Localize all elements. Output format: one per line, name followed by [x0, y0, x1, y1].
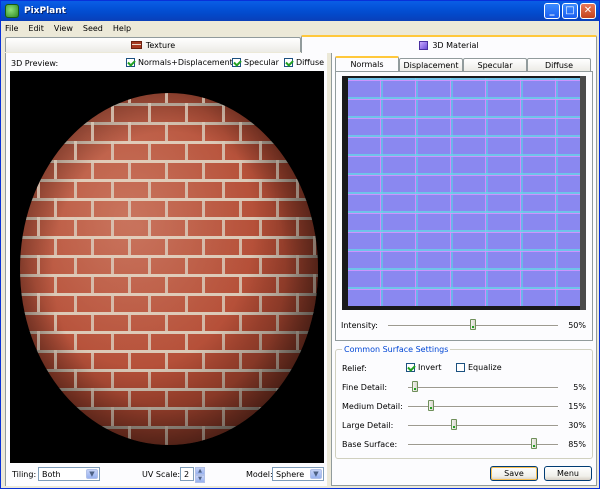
group-title: Common Surface Settings [342, 345, 451, 354]
app-window: PixPlant _ □ ✕ File Edit View Seed Help … [0, 0, 600, 489]
base-surface-thumb[interactable] [531, 438, 537, 449]
normals-displacement-label: Normals+Displacement [138, 58, 233, 67]
menu-button[interactable]: Menu [544, 466, 592, 481]
specular-checkbox[interactable]: Specular [232, 58, 279, 67]
3d-viewport[interactable] [10, 71, 324, 463]
menu-file[interactable]: File [5, 24, 18, 33]
base-surface-value: 85% [568, 440, 586, 449]
stepper-up-icon[interactable]: ▲ [195, 467, 205, 475]
brick-icon [130, 41, 142, 49]
menu-view[interactable]: View [54, 24, 73, 33]
invert-label: Invert [418, 363, 442, 372]
preview-pane: 3D Preview: Normals+Displacement Specula… [5, 53, 327, 486]
equalize-label: Equalize [468, 363, 502, 372]
model-label: Model: [246, 469, 273, 479]
tab-3d-material[interactable]: 3D Material [301, 35, 597, 53]
title-bar[interactable]: PixPlant _ □ ✕ [1, 1, 599, 21]
fine-detail-value: 5% [573, 383, 586, 392]
tab-texture-label: Texture [145, 40, 176, 50]
model-value: Sphere [276, 469, 305, 479]
main-tabs: Texture 3D Material [5, 35, 597, 53]
diffuse-checkbox[interactable]: Diffuse [284, 58, 324, 67]
window-title: PixPlant [24, 6, 66, 16]
maximize-icon: □ [565, 5, 575, 16]
stepper-down-icon[interactable]: ▼ [195, 475, 205, 483]
normals-displacement-checkbox[interactable]: Normals+Displacement [126, 58, 233, 67]
close-button[interactable]: ✕ [580, 3, 596, 19]
maximize-button[interactable]: □ [562, 3, 578, 19]
tab-specular-label: Specular [477, 60, 513, 70]
tab-diffuse[interactable]: Diffuse [527, 58, 591, 71]
preview-controls: Tiling: Both ▼ UV Scale: 2 ▲ ▼ Model: Sp… [10, 465, 324, 483]
menu-edit[interactable]: Edit [28, 24, 44, 33]
medium-detail-thumb[interactable] [428, 400, 434, 411]
preview-label: 3D Preview: [11, 59, 59, 68]
minimize-button[interactable]: _ [544, 3, 560, 19]
normal-map-preview[interactable] [342, 76, 586, 310]
map-edge [580, 76, 586, 310]
intensity-value: 50% [568, 321, 586, 330]
relief-label: Relief: [342, 364, 367, 373]
tiling-value: Both [42, 469, 61, 479]
save-button-label: Save [504, 469, 524, 478]
intensity-label: Intensity: [341, 321, 378, 330]
large-detail-track[interactable] [408, 425, 558, 427]
uvscale-input[interactable]: 2 [180, 467, 194, 481]
tab-diffuse-label: Diffuse [544, 60, 574, 70]
tab-3d-material-label: 3D Material [432, 40, 479, 50]
tiling-label: Tiling: [12, 469, 37, 479]
intensity-slider-thumb[interactable] [470, 319, 476, 330]
base-surface-label: Base Surface: [342, 440, 398, 449]
large-detail-value: 30% [568, 421, 586, 430]
tab-normals-label: Normals [350, 60, 384, 69]
menu-bar: File Edit View Seed Help [1, 21, 599, 35]
tab-texture[interactable]: Texture [5, 37, 301, 52]
tab-displacement-label: Displacement [403, 60, 459, 70]
material-tabs: Normals Displacement Specular Diffuse [335, 56, 593, 71]
minimize-icon: _ [549, 5, 555, 16]
cube-icon [419, 40, 429, 50]
large-detail-label: Large Detail: [342, 421, 394, 430]
equalize-checkbox[interactable]: Equalize [456, 363, 502, 372]
tab-specular[interactable]: Specular [463, 58, 527, 71]
material-pane: Normals Displacement Specular Diffuse In… [331, 53, 597, 486]
checkbox-icon [456, 363, 465, 372]
normals-panel: Intensity: 50% [335, 71, 593, 341]
fine-detail-label: Fine Detail: [342, 383, 388, 392]
uvscale-value: 2 [184, 469, 190, 479]
uvscale-stepper[interactable]: ▲ ▼ [195, 467, 205, 483]
checkbox-icon [126, 58, 135, 67]
menu-button-label: Menu [557, 469, 579, 478]
tab-normals[interactable]: Normals [335, 56, 399, 71]
diffuse-label: Diffuse [296, 58, 325, 67]
menu-seed[interactable]: Seed [83, 24, 103, 33]
fine-detail-track[interactable] [408, 387, 558, 389]
model-select[interactable]: Sphere ▼ [272, 467, 324, 481]
large-detail-thumb[interactable] [451, 419, 457, 430]
normal-map-texture [348, 78, 580, 306]
checkbox-icon [406, 363, 415, 372]
common-surface-settings: Common Surface Settings Relief: Invert E… [335, 345, 593, 459]
checkbox-icon [284, 58, 293, 67]
checkbox-icon [232, 58, 241, 67]
fine-detail-thumb[interactable] [412, 381, 418, 392]
tab-displacement[interactable]: Displacement [399, 58, 463, 71]
menu-help[interactable]: Help [113, 24, 131, 33]
close-icon: ✕ [583, 5, 593, 16]
medium-detail-label: Medium Detail: [342, 402, 403, 411]
tiling-select[interactable]: Both ▼ [38, 467, 100, 481]
uvscale-label: UV Scale: [142, 469, 181, 479]
specular-label: Specular [244, 58, 279, 67]
chevron-down-icon: ▼ [310, 469, 322, 479]
invert-checkbox[interactable]: Invert [406, 363, 442, 372]
save-button[interactable]: Save [490, 466, 538, 481]
sphere-shading [20, 93, 318, 445]
medium-detail-value: 15% [568, 402, 586, 411]
pixplant-logo-icon [5, 4, 19, 18]
chevron-down-icon: ▼ [86, 469, 98, 479]
